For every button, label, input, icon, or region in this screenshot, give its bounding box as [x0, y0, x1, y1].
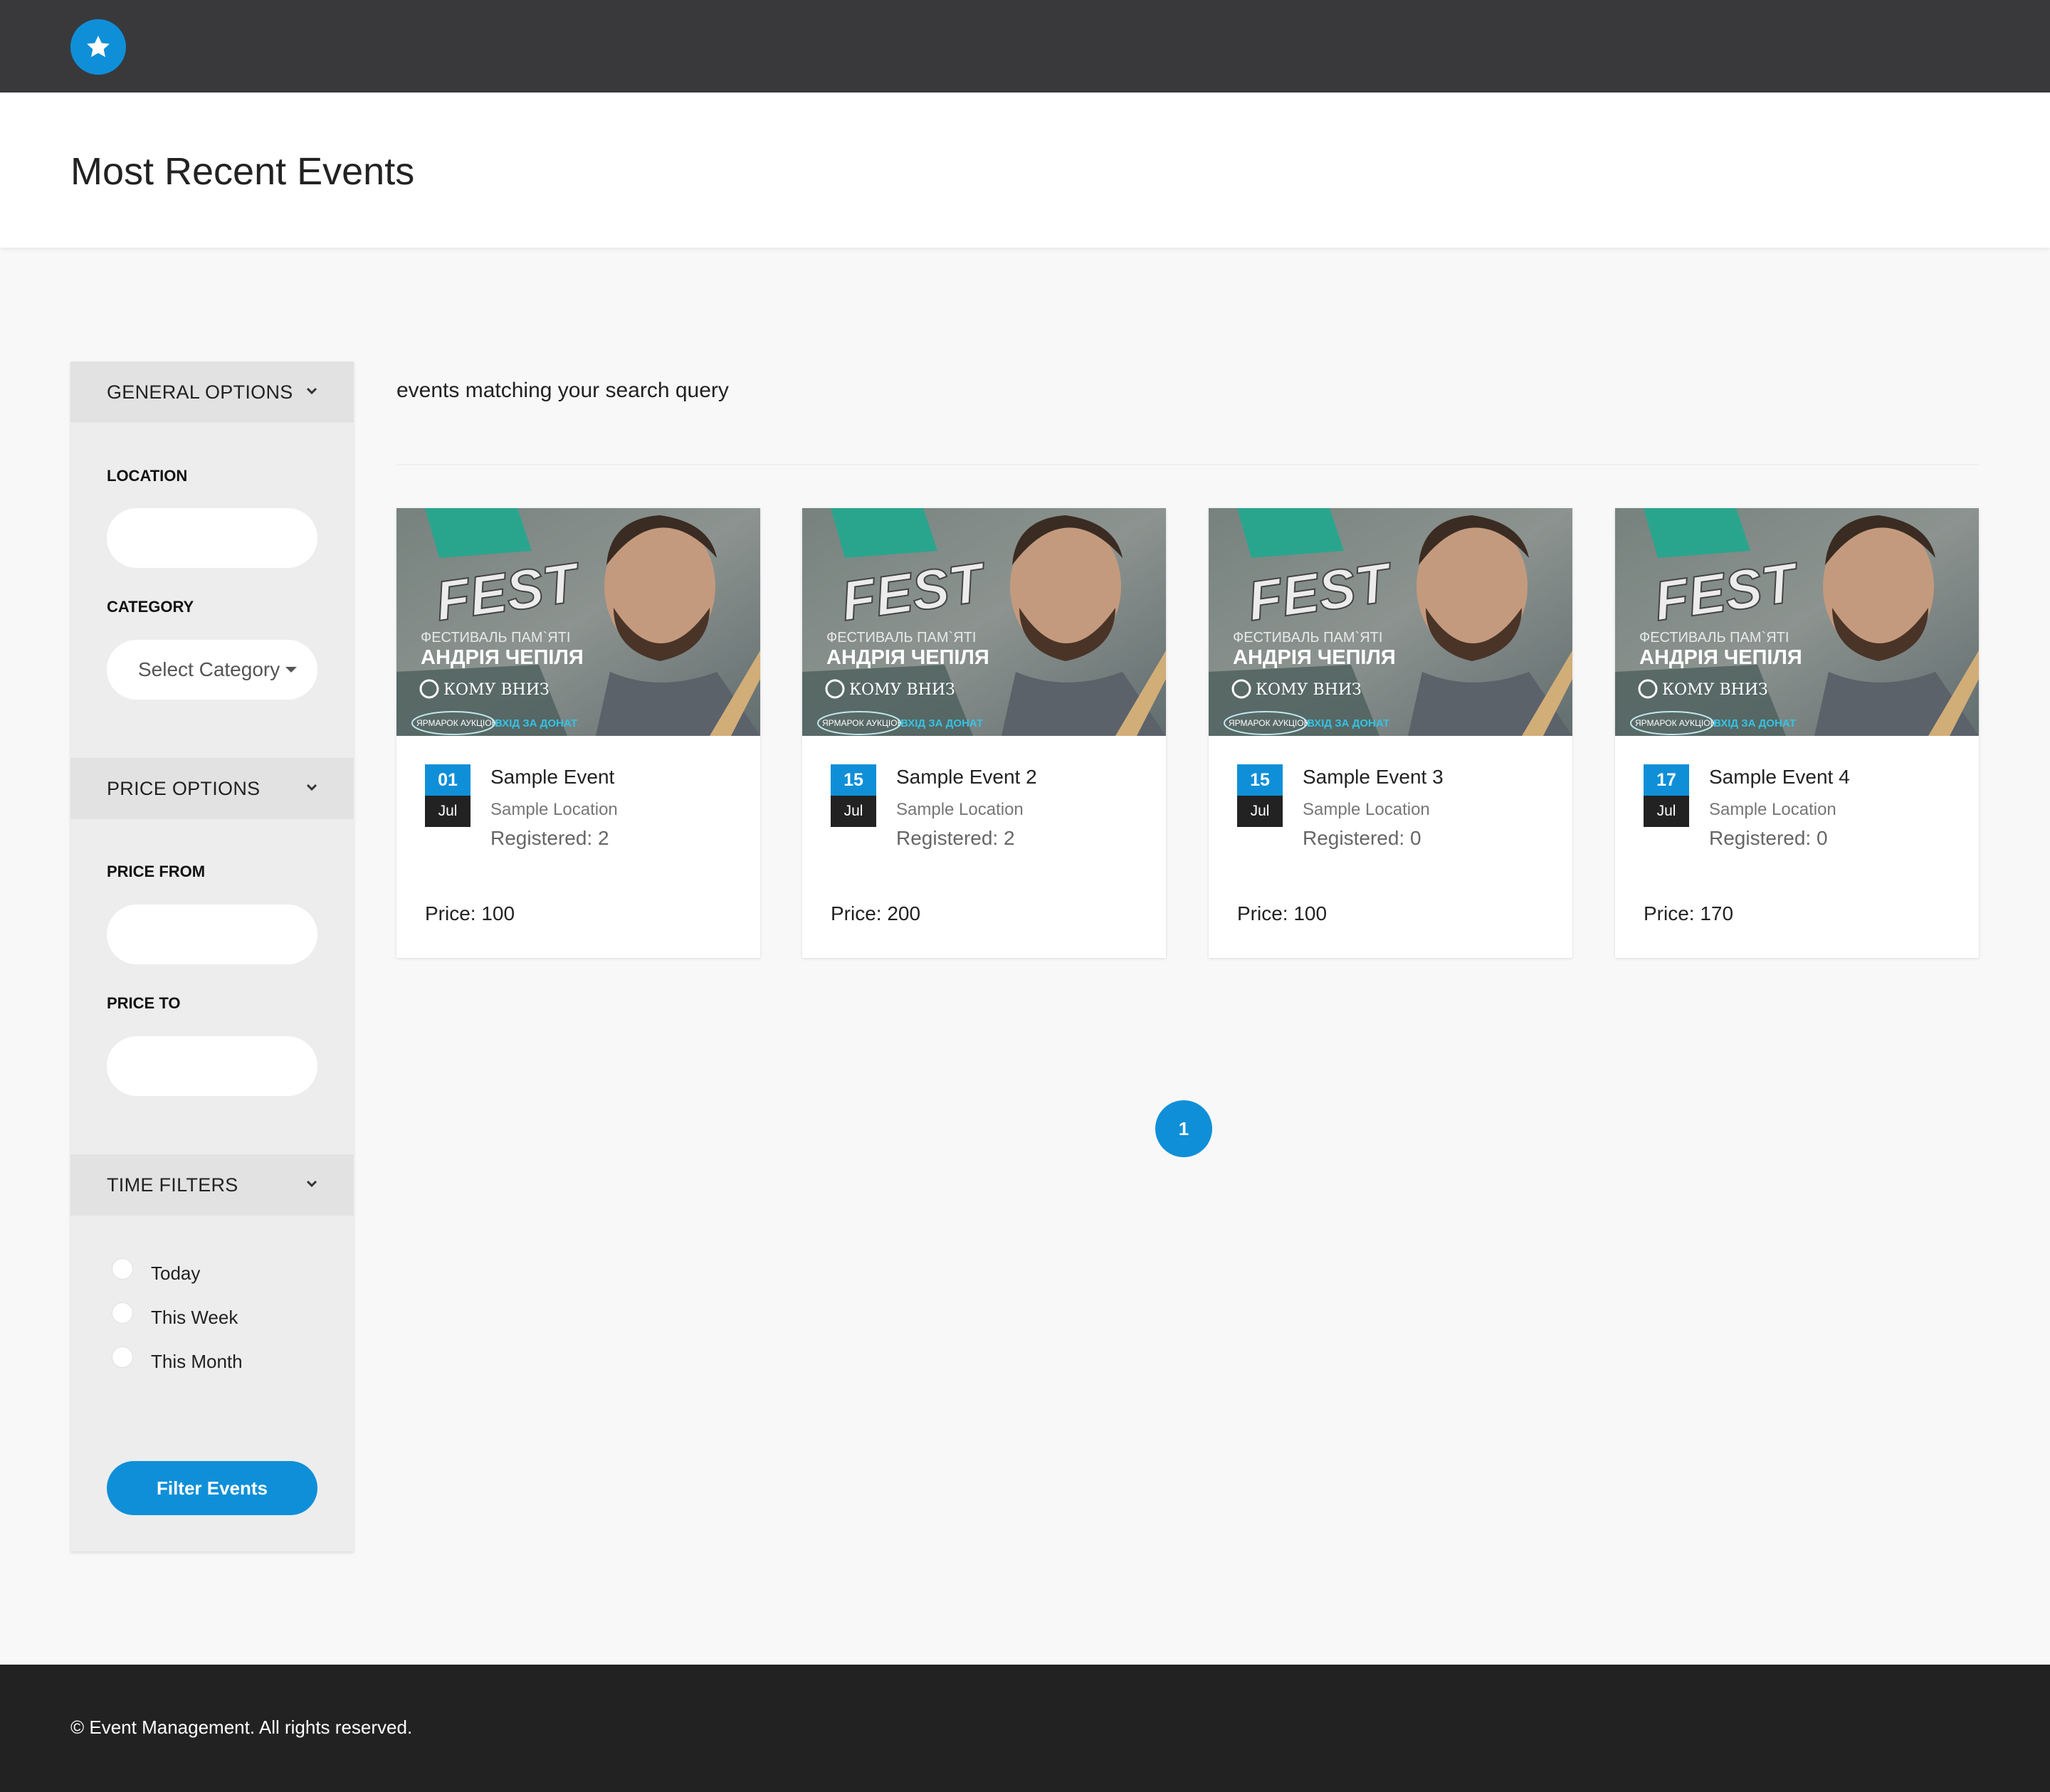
event-location: Sample Location: [1709, 800, 1836, 819]
event-date-month: Jul: [831, 796, 876, 827]
event-price: Price: 200: [831, 902, 921, 924]
event-registered: Registered: 2: [490, 827, 609, 849]
radio-button[interactable]: [112, 1346, 133, 1368]
price-options-label: PRICE OPTIONS: [107, 777, 261, 799]
event-date: 01 Jul: [425, 764, 471, 827]
price-options-header[interactable]: PRICE OPTIONS: [70, 758, 354, 819]
event-image-entry: ВХІД ЗА ДОНАТ: [495, 717, 577, 729]
event-date-month: Jul: [425, 796, 471, 827]
event-image-line3: КОМУ ВНИЗ: [849, 681, 955, 699]
event-date: 17 Jul: [1644, 764, 1689, 827]
location-label: LOCATION: [107, 467, 188, 485]
price-to-label: PRICE TO: [107, 994, 181, 1012]
event-card[interactable]: FEST ФЕСТИВАЛЬ ПАМ`ЯТІ АНДРІЯ ЧЕПІЛЯ КОМ…: [396, 508, 760, 958]
event-price: Price: 170: [1644, 902, 1734, 924]
event-date-day: 15: [1237, 764, 1283, 796]
event-image[interactable]: FEST ФЕСТИВАЛЬ ПАМ`ЯТІ АНДРІЯ ЧЕПІЛЯ КОМ…: [1615, 508, 1979, 736]
price-from-input[interactable]: [107, 905, 317, 964]
price-to-input[interactable]: [107, 1036, 317, 1096]
pagination-page-1[interactable]: 1: [1155, 1100, 1212, 1157]
event-card[interactable]: FEST ФЕСТИВАЛЬ ПАМ`ЯТІ АНДРІЯ ЧЕПІЛЯ КОМ…: [802, 508, 1166, 958]
filter-sidebar: GENERAL OPTIONS LOCATION CATEGORY Select…: [70, 362, 354, 1551]
event-price: Price: 100: [1237, 902, 1328, 924]
footer: © Event Management. All rights reserved.: [0, 1665, 2050, 1792]
chevron-down-icon: [306, 784, 317, 791]
radio-button[interactable]: [112, 1302, 133, 1324]
time-filters-header[interactable]: TIME FILTERS: [70, 1154, 354, 1216]
event-date-day: 01: [425, 764, 471, 796]
event-date-month: Jul: [1644, 796, 1689, 827]
time-filter-today[interactable]: Today: [112, 1253, 200, 1285]
event-image-line3: КОМУ ВНИЗ: [1662, 681, 1768, 699]
event-image-badge: ЯРМАРОК АУКЦІОН: [416, 718, 498, 728]
event-image-line1: ФЕСТИВАЛЬ ПАМ`ЯТІ: [1233, 630, 1382, 645]
event-registered: Registered: 0: [1303, 827, 1421, 849]
category-select-value: Select Category: [138, 658, 280, 680]
event-title[interactable]: Sample Event 2: [896, 766, 1037, 789]
location-input[interactable]: [107, 508, 317, 568]
time-filter-label: This Week: [151, 1307, 238, 1328]
filter-events-button[interactable]: Filter Events: [107, 1461, 317, 1515]
general-options-label: GENERAL OPTIONS: [107, 381, 293, 403]
event-image[interactable]: FEST ФЕСТИВАЛЬ ПАМ`ЯТІ АНДРІЯ ЧЕПІЛЯ КОМ…: [396, 508, 760, 736]
page-title: Most Recent Events: [70, 150, 415, 193]
event-image-badge: ЯРМАРОК АУКЦІОН: [822, 718, 903, 728]
event-title[interactable]: Sample Event 4: [1709, 766, 1850, 789]
category-label: CATEGORY: [107, 598, 194, 616]
event-card[interactable]: FEST ФЕСТИВАЛЬ ПАМ`ЯТІ АНДРІЯ ЧЕПІЛЯ КОМ…: [1209, 508, 1572, 958]
event-image-line2: АНДРІЯ ЧЕПІЛЯ: [826, 646, 989, 669]
event-image[interactable]: FEST ФЕСТИВАЛЬ ПАМ`ЯТІ АНДРІЯ ЧЕПІЛЯ КОМ…: [1209, 508, 1572, 736]
event-registered: Registered: 2: [896, 827, 1015, 849]
caret-down-icon: [285, 667, 298, 673]
logo-button[interactable]: [70, 19, 126, 75]
star-icon: [87, 36, 110, 58]
top-navbar: [0, 0, 2050, 93]
title-bar: Most Recent Events: [0, 93, 2050, 248]
event-card[interactable]: FEST ФЕСТИВАЛЬ ПАМ`ЯТІ АНДРІЯ ЧЕПІЛЯ КОМ…: [1615, 508, 1979, 958]
event-location: Sample Location: [490, 800, 618, 819]
event-image-line2: АНДРІЯ ЧЕПІЛЯ: [421, 646, 584, 669]
event-image-badge: ЯРМАРОК АУКЦІОН: [1229, 718, 1310, 728]
event-image-entry: ВХІД ЗА ДОНАТ: [900, 717, 983, 729]
category-select[interactable]: Select Category: [107, 640, 317, 700]
event-image-line1: ФЕСТИВАЛЬ ПАМ`ЯТІ: [421, 630, 570, 645]
event-image-entry: ВХІД ЗА ДОНАТ: [1307, 717, 1389, 729]
event-image-line3: КОМУ ВНИЗ: [443, 681, 550, 699]
divider: [396, 464, 1979, 465]
price-from-label: PRICE FROM: [107, 863, 206, 880]
event-image-entry: ВХІД ЗА ДОНАТ: [1713, 717, 1796, 729]
event-registered: Registered: 0: [1709, 827, 1828, 849]
results-summary: events matching your search query: [396, 379, 729, 402]
event-image-line1: ФЕСТИВАЛЬ ПАМ`ЯТІ: [1639, 630, 1789, 645]
event-location: Sample Location: [1303, 800, 1430, 819]
event-image-badge: ЯРМАРОК АУКЦІОН: [1635, 718, 1716, 728]
event-image-line1: ФЕСТИВАЛЬ ПАМ`ЯТІ: [826, 630, 976, 645]
time-filter-label: This Month: [151, 1351, 243, 1372]
footer-copyright: © Event Management. All rights reserved.: [70, 1717, 413, 1738]
time-filter-label: Today: [151, 1263, 201, 1284]
chevron-down-icon: [306, 1180, 317, 1188]
event-image-line3: КОМУ ВНИЗ: [1256, 681, 1362, 699]
event-date: 15 Jul: [1237, 764, 1283, 827]
event-image-line2: АНДРІЯ ЧЕПІЛЯ: [1233, 646, 1396, 669]
event-date-day: 15: [831, 764, 876, 796]
radio-button[interactable]: [112, 1258, 133, 1280]
event-price: Price: 100: [425, 902, 515, 924]
event-location: Sample Location: [896, 800, 1024, 819]
event-title[interactable]: Sample Event 3: [1303, 766, 1444, 789]
time-filter-this-week[interactable]: This Week: [112, 1297, 238, 1329]
time-filter-this-month[interactable]: This Month: [112, 1341, 243, 1373]
time-filters-label: TIME FILTERS: [107, 1174, 238, 1196]
event-image[interactable]: FEST ФЕСТИВАЛЬ ПАМ`ЯТІ АНДРІЯ ЧЕПІЛЯ КОМ…: [802, 508, 1166, 736]
chevron-down-icon: [306, 387, 317, 395]
event-title[interactable]: Sample Event: [490, 766, 614, 789]
event-date-day: 17: [1644, 764, 1689, 796]
general-options-header[interactable]: GENERAL OPTIONS: [70, 362, 354, 423]
event-date-month: Jul: [1237, 796, 1283, 827]
event-date: 15 Jul: [831, 764, 876, 827]
event-image-line2: АНДРІЯ ЧЕПІЛЯ: [1639, 646, 1802, 669]
